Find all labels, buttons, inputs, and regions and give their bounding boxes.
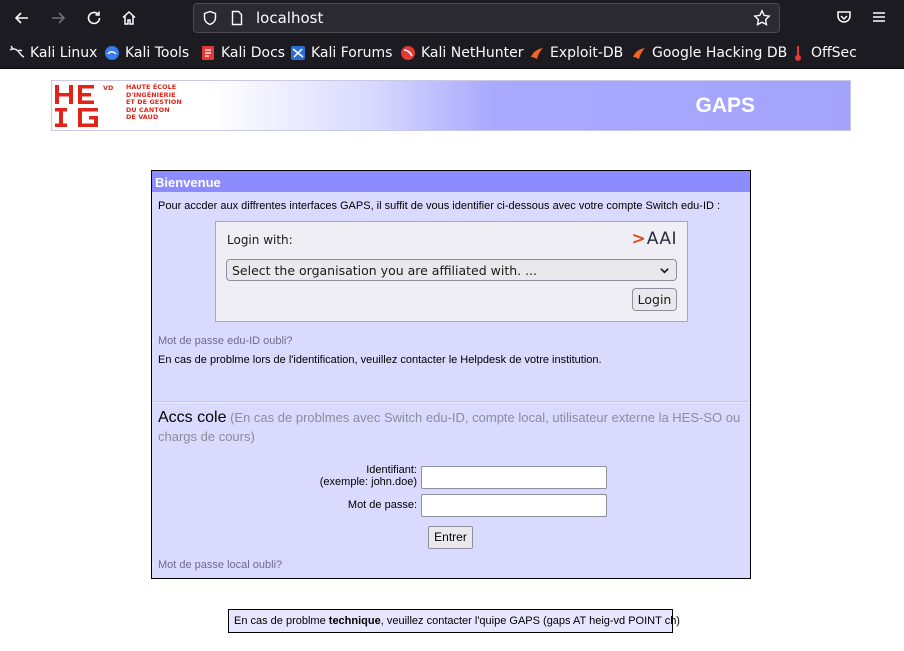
forgot-local-password-link[interactable]: Mot de passe local oubli?	[158, 559, 282, 571]
organisation-select-value: Select the organisation you are affiliat…	[232, 263, 538, 278]
bookmark-label: Kali Docs	[221, 45, 286, 61]
header-banner: VD HAUTE ÉCOLE D'INGÉNIERIE ET DE GESTIO…	[51, 80, 851, 131]
logo-vd-text: VD	[103, 84, 114, 92]
forward-button[interactable]	[45, 6, 71, 30]
identifiant-example: (exemple: john.doe)	[319, 476, 417, 488]
technical-contact-note: En cas de problme technique, veuillez co…	[228, 609, 680, 633]
home-button[interactable]	[116, 6, 142, 30]
local-access-subtitle: (En cas de problmes avec Switch edu-ID, …	[158, 410, 741, 444]
bookmark-label: Kali Linux	[30, 45, 98, 61]
aai-logo: > AAI	[631, 229, 678, 249]
back-button[interactable]	[9, 6, 35, 30]
local-access-title: Accs cole	[158, 409, 227, 426]
home-icon	[122, 10, 136, 25]
identifiant-input[interactable]	[421, 466, 607, 489]
bookmark-exploit-db[interactable]: Exploit-DB	[529, 44, 623, 62]
password-input[interactable]	[421, 494, 607, 517]
local-access-heading: Accs cole (En cas de problmes avec Switc…	[158, 408, 746, 446]
section-divider	[154, 401, 748, 403]
aai-logo-text: AAI	[646, 229, 677, 249]
url-text[interactable]: localhost	[256, 9, 323, 27]
bookmark-kali-tools[interactable]: Kali Tools	[104, 44, 189, 62]
bookmark-kali-linux[interactable]: Kali Linux	[9, 44, 97, 62]
heig-vd-logo	[55, 85, 98, 127]
login-with-label: Login with:	[227, 233, 293, 247]
logo-school-name: HAUTE ÉCOLE D'INGÉNIERIE ET DE GESTION D…	[126, 83, 182, 122]
kali-forums-icon	[291, 46, 305, 60]
panel-header: Bienvenue	[152, 171, 750, 192]
menu-icon[interactable]	[871, 9, 887, 25]
intro-text: Pour accder aux diffrentes interfaces GA…	[158, 200, 721, 212]
ghdb-icon	[633, 48, 645, 59]
organisation-select[interactable]: Select the organisation you are affiliat…	[226, 259, 677, 281]
site-title: GAPS	[695, 94, 755, 117]
login-button[interactable]: Login	[632, 288, 677, 311]
aai-login-box: Login with: > AAI Select the organisatio…	[215, 221, 688, 322]
identifiant-label: Identifiant:	[366, 464, 417, 476]
arrow-right-icon	[52, 12, 66, 24]
kali-nethunter-icon	[401, 46, 415, 60]
exploit-db-icon	[531, 48, 543, 59]
aai-arrow-icon: >	[631, 229, 646, 249]
bookmark-kali-nethunter[interactable]: Kali NetHunter	[400, 44, 523, 62]
kali-docs-icon	[202, 46, 214, 60]
kali-tools-icon	[105, 46, 119, 60]
arrow-left-icon	[14, 12, 28, 24]
identifiant-label-group: Identifiant: (exemple: john.doe)	[272, 464, 417, 488]
page-icon[interactable]	[229, 10, 245, 26]
pocket-icon[interactable]	[836, 9, 852, 25]
bookmarks-bar: Kali Linux Kali Tools Kali Docs Kali For…	[0, 37, 904, 69]
star-icon[interactable]	[753, 9, 771, 27]
bookmark-label: Kali Forums	[311, 45, 393, 61]
footer-text-end: , veuillez contacter l'quipe GAPS (gaps …	[380, 615, 680, 627]
help-text: En cas de problme lors de l'identificati…	[158, 354, 602, 366]
bookmark-label: Google Hacking DB	[652, 45, 788, 61]
bookmark-label: Exploit-DB	[550, 45, 624, 61]
bookmark-label: Kali Tools	[125, 45, 190, 61]
bookmark-google-hacking-db[interactable]: Google Hacking DB	[631, 44, 787, 62]
login-panel: Bienvenue Pour accder aux diffrentes int…	[151, 170, 751, 579]
reload-icon	[87, 11, 101, 25]
footer-text-start: En cas de problme	[234, 615, 329, 627]
password-label: Mot de passe:	[347, 499, 417, 511]
bookmark-label: Kali NetHunter	[421, 45, 524, 61]
entrer-button[interactable]: Entrer	[428, 526, 473, 549]
shield-icon[interactable]	[202, 10, 218, 26]
forgot-eduid-password-link[interactable]: Mot de passe edu-ID oubli?	[158, 335, 293, 347]
logo-line: DE VAUD	[126, 113, 159, 122]
chevron-down-icon	[660, 268, 669, 274]
offsec-icon	[795, 46, 801, 61]
bookmark-offsec[interactable]: OffSec	[790, 44, 857, 62]
browser-toolbar: localhost	[0, 0, 904, 37]
footer-text-bold: technique	[328, 615, 381, 627]
kali-dragon-icon	[9, 45, 25, 58]
address-bar[interactable]: localhost	[193, 3, 780, 33]
reload-button[interactable]	[81, 6, 107, 30]
bookmark-kali-docs[interactable]: Kali Docs	[200, 44, 285, 62]
bookmark-label: OffSec	[811, 45, 857, 61]
bookmark-kali-forums[interactable]: Kali Forums	[290, 44, 392, 62]
